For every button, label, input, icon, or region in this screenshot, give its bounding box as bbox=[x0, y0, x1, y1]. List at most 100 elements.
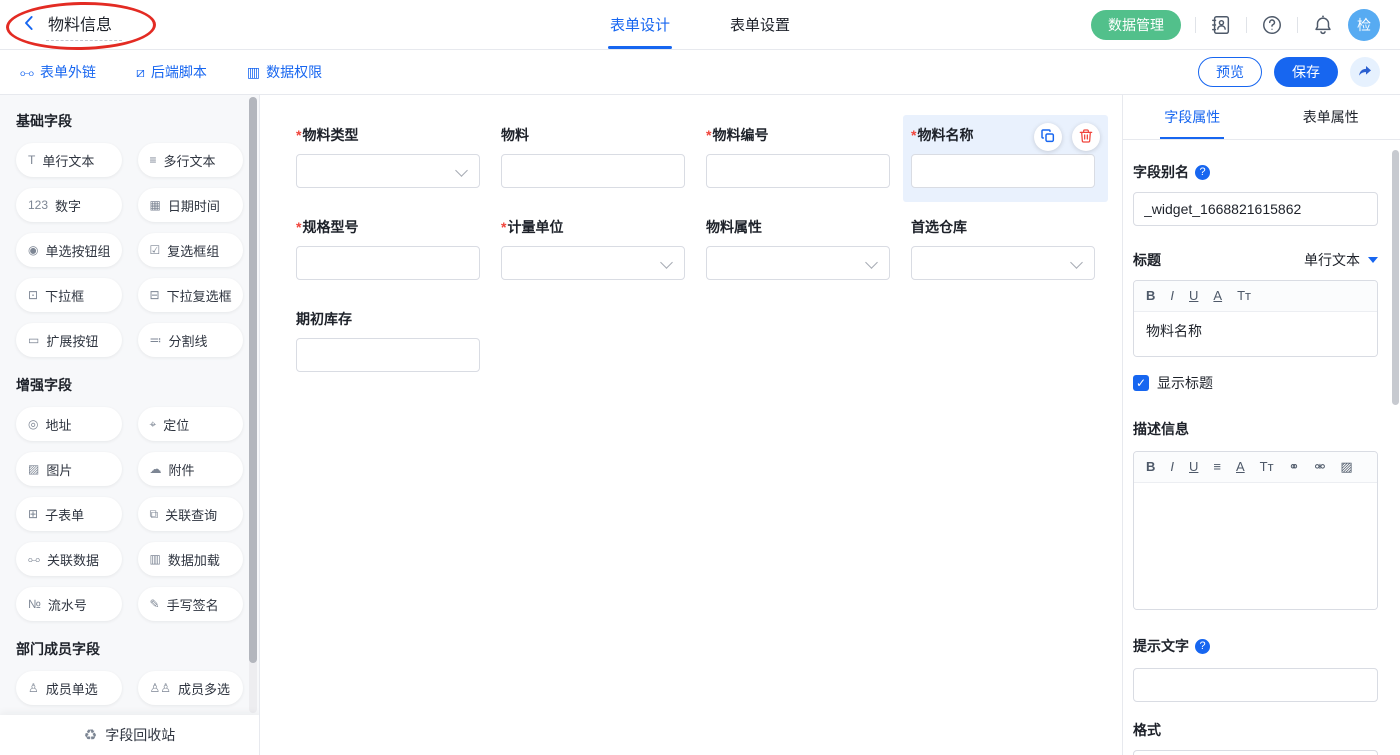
palette-item-linked-data[interactable]: ⧟ 关联数据 bbox=[16, 542, 122, 576]
field-type-select[interactable]: 单行文本 bbox=[1304, 250, 1378, 270]
palette-item-radio-group[interactable]: ◉ 单选按钮组 bbox=[16, 233, 122, 267]
data-manage-button[interactable]: 数据管理 bbox=[1091, 10, 1181, 40]
field-recycle-bin[interactable]: ♻ 字段回收站 bbox=[0, 715, 259, 755]
contacts-icon[interactable] bbox=[1210, 14, 1232, 36]
form-field-material-name[interactable]: *物料名称 bbox=[903, 115, 1108, 202]
preview-button[interactable]: 预览 bbox=[1198, 57, 1262, 87]
field-control[interactable] bbox=[911, 154, 1095, 188]
palette-item-icon: ♙ bbox=[28, 681, 39, 695]
palette-item-data-load[interactable]: ▥ 数据加载 bbox=[138, 542, 244, 576]
palette-item-linked-query[interactable]: ⧉ 关联查询 bbox=[138, 497, 244, 531]
format-select[interactable]: 无 bbox=[1133, 750, 1378, 755]
form-field-opening-stock[interactable]: *期初库存 bbox=[288, 299, 493, 386]
form-canvas-grid: *物料类型 *物料 *物料编号 *物料名称 bbox=[288, 115, 1122, 386]
tab-field-properties[interactable]: 字段属性 bbox=[1123, 95, 1262, 139]
toolbar-link-backend-script[interactable]: ⧄ 后端脚本 bbox=[136, 62, 207, 82]
palette-item-checkbox-group[interactable]: ☑ 复选框组 bbox=[138, 233, 244, 267]
palette-item-extend-button[interactable]: ▭ 扩展按钮 bbox=[16, 323, 122, 357]
description-editor-content[interactable] bbox=[1134, 483, 1377, 609]
palette-item-member-single[interactable]: ♙ 成员单选 bbox=[16, 671, 122, 705]
editor-btn-bold[interactable]: B bbox=[1146, 459, 1155, 475]
toolbar-link-data-permission[interactable]: ▥ 数据权限 bbox=[247, 62, 322, 82]
user-avatar[interactable]: 检 bbox=[1348, 9, 1380, 41]
form-field-material-attr[interactable]: *物料属性 bbox=[698, 207, 903, 294]
field-actions bbox=[1034, 123, 1100, 151]
palette-item-location[interactable]: ⌖ 定位 bbox=[138, 407, 244, 441]
palette-item-multi-dropdown[interactable]: ⊟ 下拉复选框 bbox=[138, 278, 244, 312]
editor-btn-italic[interactable]: I bbox=[1170, 459, 1174, 475]
palette-item-member-multi[interactable]: ♙♙ 成员多选 bbox=[138, 671, 244, 705]
share-button[interactable] bbox=[1350, 57, 1380, 87]
field-control[interactable] bbox=[296, 246, 480, 280]
form-field-material[interactable]: *物料 bbox=[493, 115, 698, 202]
properties-panel: 字段属性 表单属性 字段别名 ? 标题 单行文本 BIUATᴛ bbox=[1122, 95, 1400, 755]
editor-btn-underline[interactable]: U bbox=[1189, 288, 1198, 304]
back-button[interactable] bbox=[20, 14, 38, 35]
bell-icon[interactable] bbox=[1312, 14, 1334, 36]
tab-form-design[interactable]: 表单设计 bbox=[608, 0, 672, 49]
form-field-spec-model[interactable]: *规格型号 bbox=[288, 207, 493, 294]
editor-btn-unlink[interactable]: ⚮ bbox=[1314, 459, 1325, 475]
title-editor-content[interactable]: 物料名称 bbox=[1134, 312, 1377, 356]
palette-item-number[interactable]: 123 数字 bbox=[16, 188, 122, 222]
editor-btn-align[interactable]: ≡ bbox=[1213, 459, 1221, 475]
panel-scrollbar-thumb[interactable] bbox=[1392, 150, 1399, 405]
field-control[interactable] bbox=[296, 154, 480, 188]
save-button[interactable]: 保存 bbox=[1274, 57, 1338, 87]
form-field-preferred-warehouse[interactable]: *首选仓库 bbox=[903, 207, 1108, 294]
toolbar-link-form-external-link[interactable]: ⧟ 表单外链 bbox=[20, 62, 96, 82]
palette-item-icon: ⊞ bbox=[28, 507, 38, 521]
palette-item-address[interactable]: ◎ 地址 bbox=[16, 407, 122, 441]
form-field-measure-unit[interactable]: *计量单位 bbox=[493, 207, 698, 294]
form-title[interactable]: 物料信息 bbox=[46, 9, 122, 41]
palette-item-single-line-text[interactable]: T 单行文本 bbox=[16, 143, 122, 177]
field-control[interactable] bbox=[501, 154, 685, 188]
palette-item-attachment[interactable]: ☁ 附件 bbox=[138, 452, 244, 486]
sidebar-scrollbar-thumb[interactable] bbox=[249, 97, 257, 663]
copy-field-button[interactable] bbox=[1034, 123, 1062, 151]
palette-item-image[interactable]: ▨ 图片 bbox=[16, 452, 122, 486]
show-title-checkbox[interactable] bbox=[1133, 375, 1149, 391]
editor-btn-italic[interactable]: I bbox=[1170, 288, 1174, 304]
help-icon[interactable] bbox=[1261, 14, 1283, 36]
header-right: 数据管理 bbox=[1091, 9, 1380, 41]
editor-btn-font-color[interactable]: A bbox=[1213, 288, 1222, 304]
form-field-material-type[interactable]: *物料类型 bbox=[288, 115, 493, 202]
editor-btn-font-color[interactable]: A bbox=[1236, 459, 1245, 475]
editor-btn-insert-image[interactable]: ▨ bbox=[1340, 459, 1352, 475]
field-control[interactable] bbox=[706, 246, 890, 280]
field-label-text: 物料类型 bbox=[302, 127, 358, 143]
editor-btn-bold[interactable]: B bbox=[1146, 288, 1155, 304]
palette-item-datetime[interactable]: ▦ 日期时间 bbox=[138, 188, 244, 222]
divider bbox=[1297, 17, 1298, 33]
delete-field-button[interactable] bbox=[1072, 123, 1100, 151]
field-control[interactable] bbox=[706, 154, 890, 188]
editor-btn-font-size[interactable]: Tᴛ bbox=[1260, 459, 1274, 475]
palette-item-dropdown[interactable]: ⊡ 下拉框 bbox=[16, 278, 122, 312]
form-canvas[interactable]: *物料类型 *物料 *物料编号 *物料名称 bbox=[260, 95, 1122, 755]
editor-btn-font-size[interactable]: Tᴛ bbox=[1237, 288, 1251, 304]
palette-item-signature[interactable]: ✎ 手写签名 bbox=[138, 587, 244, 621]
palette-item-label: 地址 bbox=[45, 415, 71, 434]
tab-form-properties[interactable]: 表单属性 bbox=[1262, 95, 1400, 139]
form-field-material-code[interactable]: *物料编号 bbox=[698, 115, 903, 202]
divider bbox=[1246, 17, 1247, 33]
palette-item-divider[interactable]: ≕ 分割线 bbox=[138, 323, 244, 357]
palette-item-serial-number[interactable]: № 流水号 bbox=[16, 587, 122, 621]
palette-item-subform[interactable]: ⊞ 子表单 bbox=[16, 497, 122, 531]
editor-btn-link[interactable]: ⚭ bbox=[1289, 459, 1300, 475]
field-control[interactable] bbox=[911, 246, 1095, 280]
toolbar-link-label: 表单外链 bbox=[40, 62, 96, 82]
palette-item-label: 单选按钮组 bbox=[45, 241, 110, 260]
editor-btn-underline[interactable]: U bbox=[1189, 459, 1198, 475]
field-alias-input[interactable] bbox=[1133, 192, 1378, 226]
hint-help-icon[interactable]: ? bbox=[1195, 639, 1210, 654]
field-control[interactable] bbox=[501, 246, 685, 280]
field-control[interactable] bbox=[296, 338, 480, 372]
palette-item-label: 分割线 bbox=[169, 331, 208, 350]
alias-help-icon[interactable]: ? bbox=[1195, 165, 1210, 180]
field-label: *物料 bbox=[501, 125, 685, 145]
hint-input[interactable] bbox=[1133, 668, 1378, 702]
palette-item-multi-line-text[interactable]: ≡ 多行文本 bbox=[138, 143, 244, 177]
tab-form-settings[interactable]: 表单设置 bbox=[728, 0, 792, 49]
